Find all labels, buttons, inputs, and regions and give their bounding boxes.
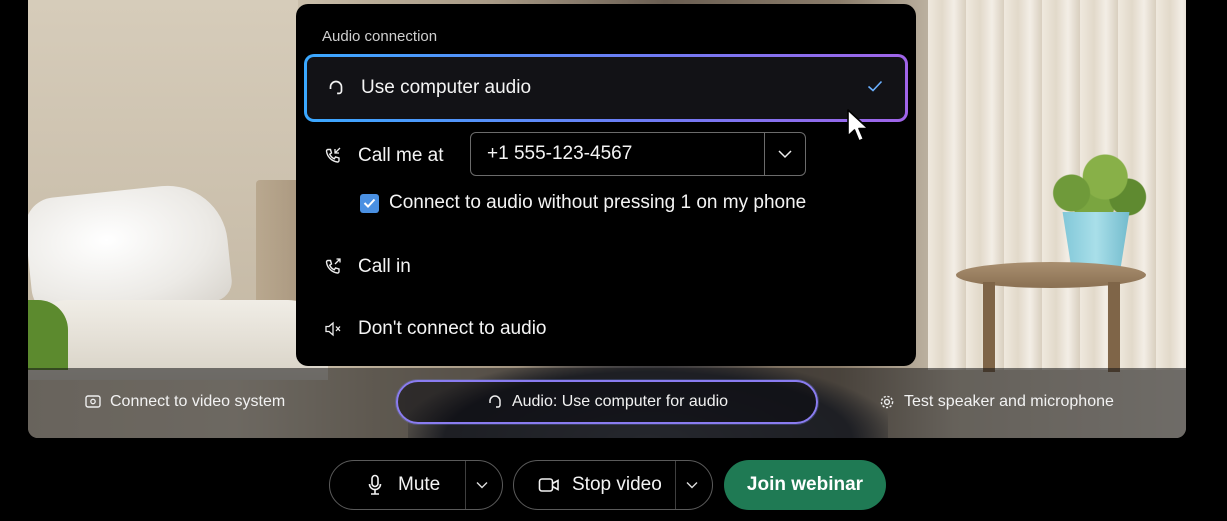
audio-connection-panel: Audio connection Use computer audio Call…: [296, 4, 916, 366]
connect-without-pressing-label: Connect to audio without pressing 1 on m…: [389, 192, 807, 213]
phone-number-select[interactable]: +1 555-123-4567: [470, 132, 806, 176]
checkmark-icon: [867, 79, 883, 97]
connect-video-system-button[interactable]: Connect to video system: [84, 393, 285, 411]
checkbox-checked-icon[interactable]: [360, 193, 379, 213]
connect-video-system-label: Connect to video system: [110, 393, 286, 410]
option-label: Use computer audio: [361, 77, 532, 98]
video-camera-icon: [538, 477, 560, 493]
meeting-controls: Mute Stop video Join webinar: [0, 438, 1227, 521]
test-speaker-microphone-label: Test speaker and microphone: [904, 393, 1114, 410]
stop-video-button[interactable]: Stop video: [513, 460, 713, 510]
button-divider: [465, 461, 466, 509]
preview-action-bar: Connect to video system Audio: Use compu…: [28, 368, 1186, 438]
chevron-down-icon[interactable]: [684, 477, 700, 493]
microphone-icon: [364, 474, 386, 496]
option-label: Don't connect to audio: [358, 318, 547, 339]
audio-connection-button[interactable]: Audio: Use computer for audio: [396, 380, 818, 424]
headset-icon: [325, 77, 347, 99]
phone-outgoing-icon: [322, 256, 344, 278]
option-label: Call me at: [358, 145, 444, 166]
join-webinar-button[interactable]: Join webinar: [724, 460, 886, 510]
mute-label: Mute: [398, 474, 441, 495]
button-divider: [675, 461, 676, 509]
option-call-in[interactable]: Call in: [304, 234, 908, 300]
gear-icon: [878, 393, 896, 411]
preview-table-leg: [983, 282, 995, 372]
mute-button[interactable]: Mute: [329, 460, 503, 510]
chevron-down-icon[interactable]: [474, 477, 490, 493]
option-label: Call in: [358, 256, 411, 277]
audio-connection-label: Audio: Use computer for audio: [511, 393, 729, 410]
test-speaker-microphone-button[interactable]: Test speaker and microphone: [878, 393, 1114, 411]
panel-title: Audio connection: [322, 28, 438, 45]
stop-video-label: Stop video: [572, 474, 662, 495]
option-dont-connect-audio[interactable]: Don't connect to audio: [304, 296, 908, 362]
option-use-computer-audio[interactable]: Use computer audio: [304, 54, 908, 122]
phone-callback-icon: [322, 145, 344, 167]
mouse-cursor-icon: [847, 109, 869, 142]
chevron-down-icon[interactable]: [765, 149, 805, 159]
speaker-muted-icon: [322, 318, 344, 340]
phone-number-value[interactable]: +1 555-123-4567: [471, 143, 764, 165]
connect-without-pressing-checkbox[interactable]: Connect to audio without pressing 1 on m…: [360, 192, 806, 214]
video-system-icon: [84, 393, 102, 411]
preview-table-leg: [1108, 282, 1120, 372]
headset-icon: [486, 393, 504, 411]
